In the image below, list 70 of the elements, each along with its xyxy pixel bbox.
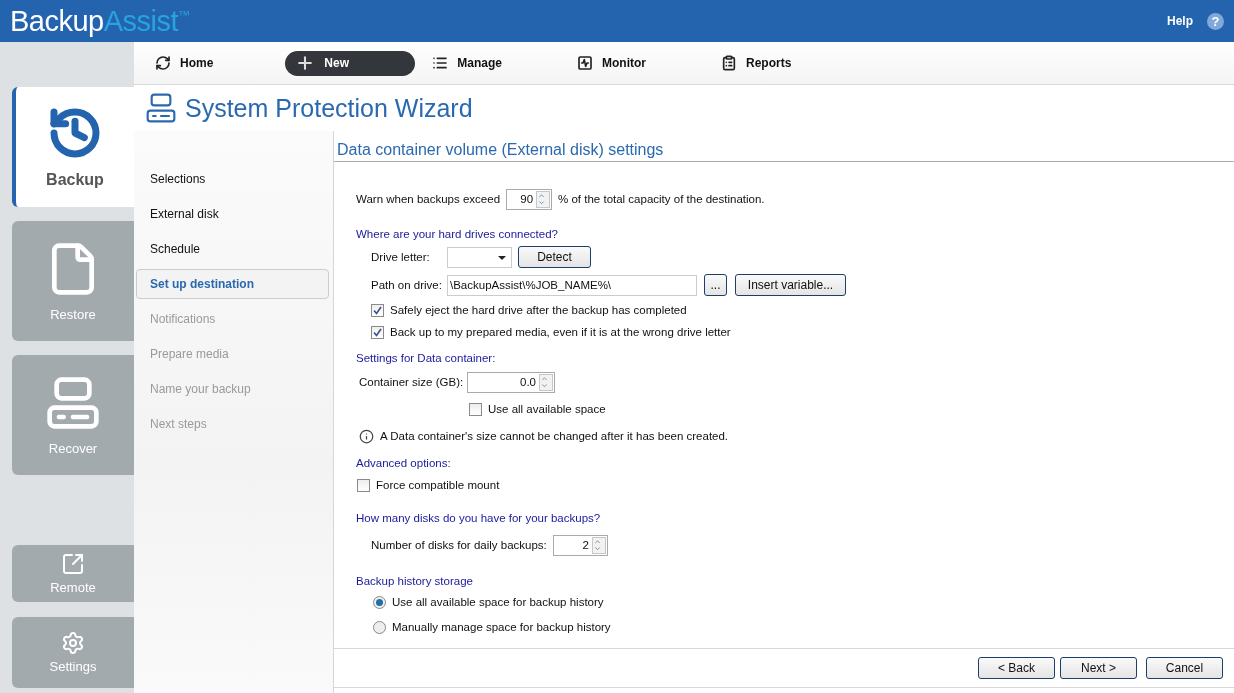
up-icon[interactable] — [540, 374, 549, 382]
wizard-step[interactable]: Selections — [136, 164, 329, 194]
checkbox-label: Use all available space — [488, 403, 606, 415]
info-note: A Data container's size cannot be changed after it has been created. — [380, 430, 729, 442]
browse-button[interactable]: ... — [704, 274, 727, 296]
nav-tab[interactable]: Monitor — [574, 50, 659, 76]
down-icon[interactable] — [537, 199, 547, 207]
wizard-button[interactable]: Next > — [1060, 657, 1137, 679]
section-title: Data container volume (External disk) settings — [334, 141, 1234, 162]
radio-label: Manually manage space for backup history — [392, 621, 611, 633]
wizard-step[interactable]: External disk — [136, 199, 329, 229]
section-heading: Advanced options: — [356, 456, 451, 470]
section-heading: Where are your hard drives connected? — [356, 227, 558, 241]
number-field[interactable]: 2 — [552, 534, 608, 556]
computer-icon — [145, 92, 177, 124]
wizard-button[interactable]: Cancel — [1146, 657, 1223, 679]
section-heading: Settings for Data container: — [356, 351, 496, 365]
radio-button[interactable] — [373, 595, 386, 609]
checkbox-label: Back up to my prepared media, even if it is at the wrong drive letter — [390, 326, 731, 338]
detect-button[interactable]: Detect — [518, 246, 591, 268]
settings-icon — [61, 631, 85, 655]
down-icon[interactable] — [540, 382, 549, 390]
tab-label: Restore — [50, 306, 96, 322]
external-link-icon — [61, 552, 85, 576]
checkbox[interactable] — [371, 303, 384, 317]
field-label: Path on drive: — [371, 279, 441, 291]
refresh-icon — [155, 55, 171, 71]
logo: BackupAssist™ — [10, 6, 190, 36]
wizard-step[interactable]: Set up destination — [136, 269, 329, 299]
checkbox[interactable] — [357, 478, 370, 492]
caret-icon — [498, 255, 506, 260]
wizard-title: System Protection Wizard — [185, 93, 473, 123]
field-label: Container size (GB): — [359, 376, 461, 388]
field-label: % of the total capacity of the destination. — [558, 193, 765, 205]
tab-label: Backup — [46, 171, 104, 189]
tab-label: Settings — [49, 659, 97, 674]
field-label: Warn when backups exceed — [356, 193, 501, 205]
computer-icon — [45, 374, 101, 431]
section-heading: How many disks do you have for your backups? — [356, 511, 601, 525]
number-field[interactable]: 0.0 — [467, 371, 555, 393]
nav-tab[interactable]: Home — [152, 50, 226, 76]
number-field[interactable]: 90 — [506, 188, 553, 210]
radio-button[interactable] — [373, 620, 386, 634]
list-icon — [432, 55, 449, 71]
radio-label: Use all available space for backup history — [392, 596, 604, 608]
section-heading: Backup history storage — [356, 574, 473, 588]
tab-label: Remote — [50, 580, 96, 595]
wizard-button[interactable]: < Back — [978, 657, 1055, 679]
dropdown[interactable] — [447, 246, 512, 268]
clipboard-icon — [721, 55, 738, 71]
sidebar-tab[interactable]: Backup — [12, 87, 134, 207]
wizard-step[interactable]: Schedule — [136, 234, 329, 264]
down-icon[interactable] — [592, 545, 602, 553]
insert-variable-button[interactable]: Insert variable... — [735, 274, 846, 296]
pulse-icon — [577, 55, 594, 71]
path-field[interactable]: \BackupAssist\%JOB_NAME%\ — [447, 274, 697, 296]
tab-label: Recover — [48, 440, 98, 456]
nav-tab[interactable]: New — [285, 50, 416, 76]
field-label: Drive letter: — [371, 251, 431, 263]
checkbox-label: Force compatible mount — [376, 479, 500, 491]
up-icon[interactable] — [592, 537, 602, 545]
field-label: Number of disks for daily backups: — [371, 539, 547, 551]
info-icon — [359, 428, 374, 444]
up-icon[interactable] — [537, 191, 547, 199]
nav-tab[interactable]: Manage — [429, 50, 515, 76]
help-link[interactable]: Help — [1167, 14, 1193, 28]
checkbox[interactable] — [371, 325, 384, 339]
checkbox-label: Safely eject the hard drive after the backup has completed — [390, 304, 687, 316]
nav-tab[interactable]: Reports — [718, 50, 804, 76]
checkbox[interactable] — [469, 402, 482, 416]
